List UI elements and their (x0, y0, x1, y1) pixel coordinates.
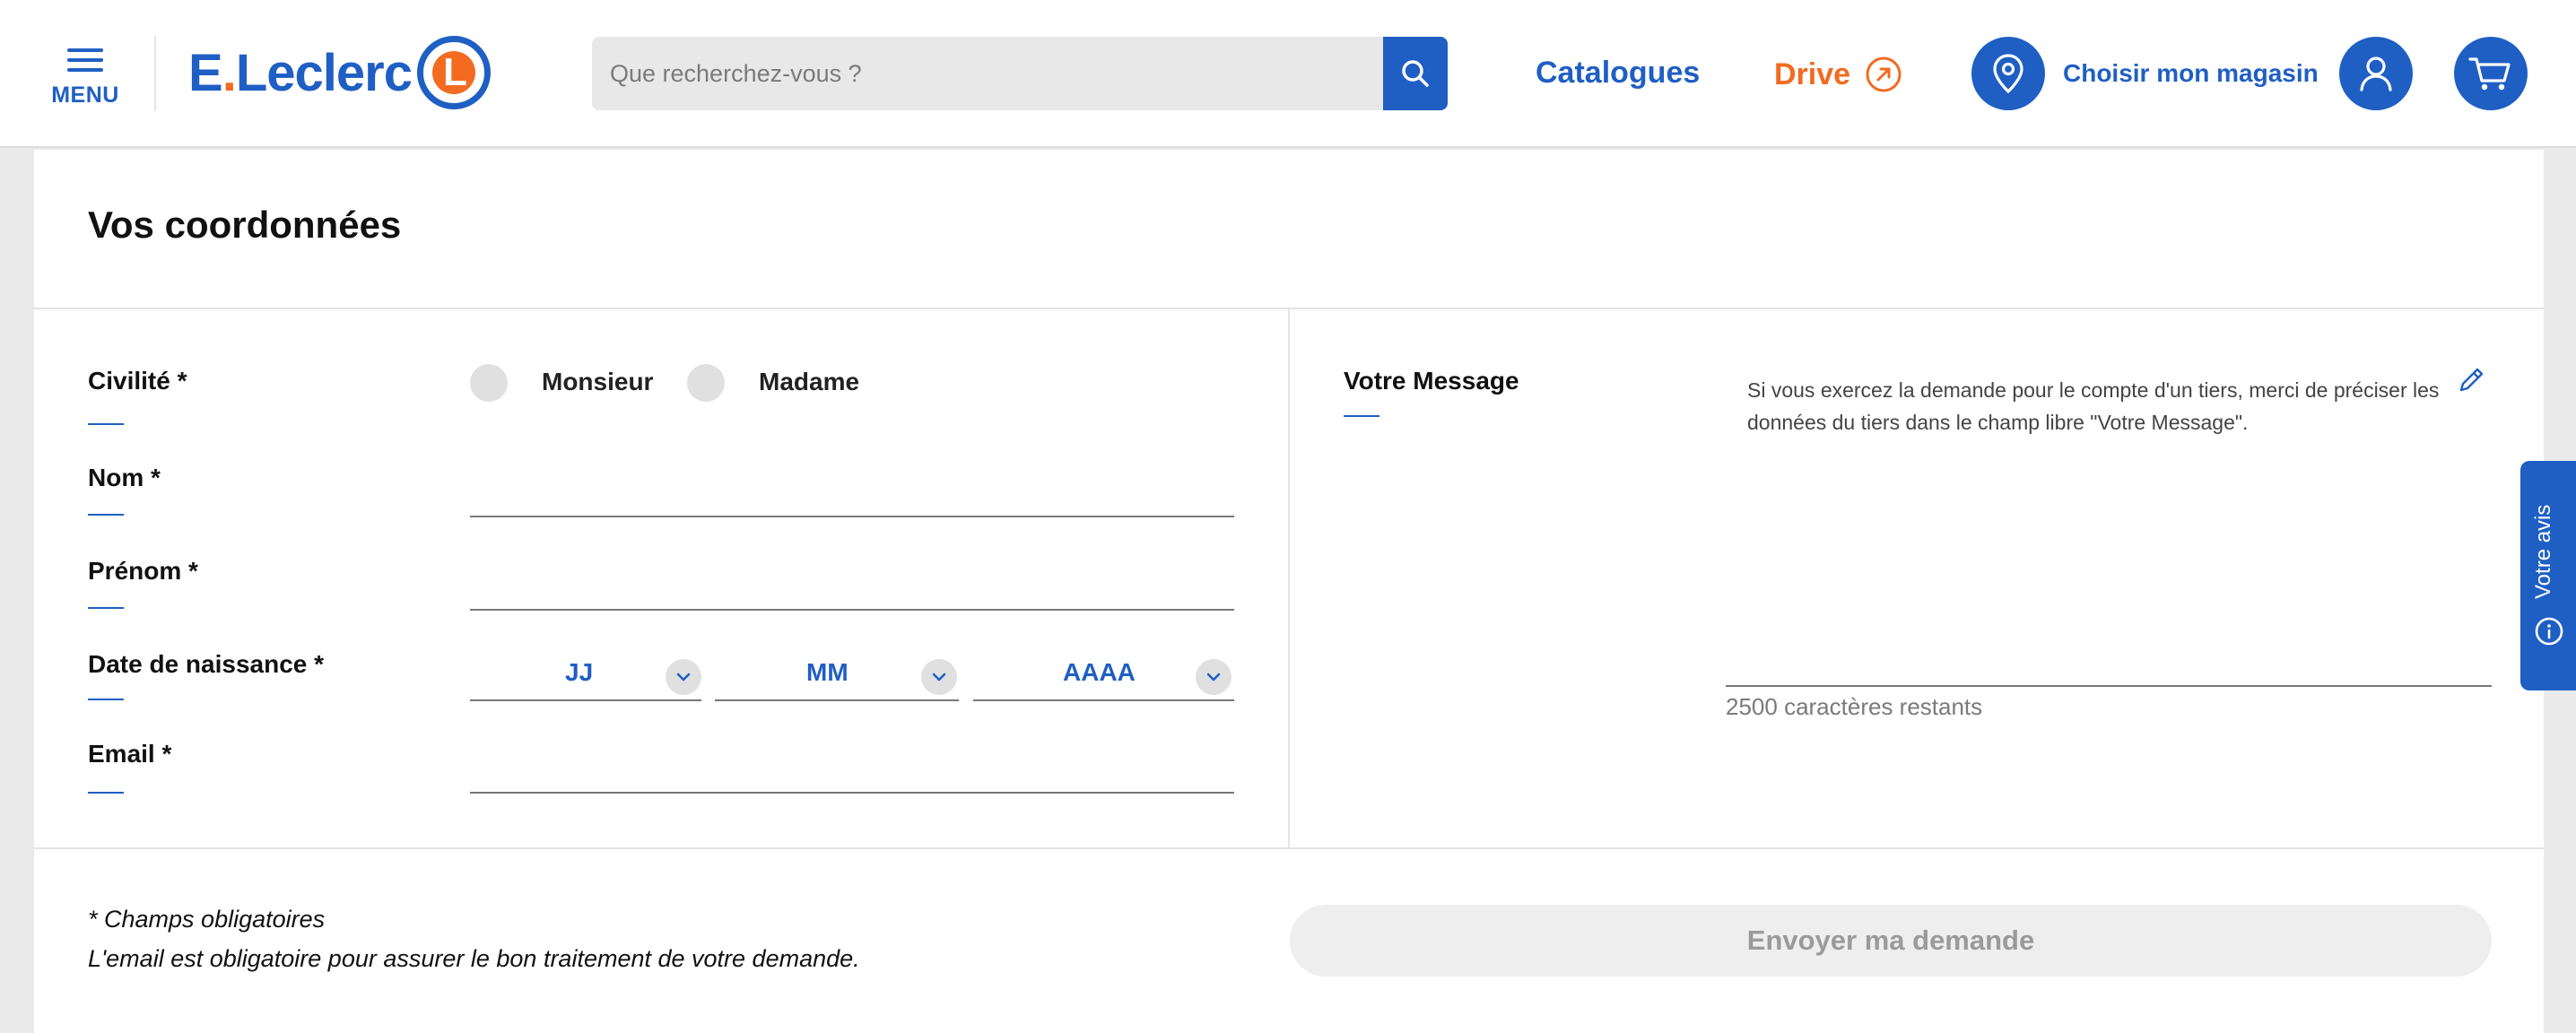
required-fields-note: * Champs obligatoires (88, 906, 326, 933)
email-required-note: L'email est obligatoire pour assurer le … (88, 945, 860, 972)
label-underline (88, 423, 124, 425)
logo-wordmark: E.Leclerc (188, 43, 413, 102)
nom-input[interactable] (470, 516, 1234, 517)
choose-store-label: Choisir mon magasin (2063, 59, 2319, 87)
logo-emblem-icon: L (416, 36, 491, 109)
message-underline (1726, 685, 2492, 687)
birthdate-day-select[interactable]: JJ (470, 647, 701, 701)
birthdate-label: Date de naissance * (88, 650, 325, 678)
radio-madame-label[interactable]: Madame (759, 368, 859, 396)
search-bar (592, 37, 1448, 110)
hamburger-icon (67, 48, 103, 72)
prenom-label: Prénom * (88, 557, 198, 585)
chevron-down-icon (666, 659, 701, 695)
birthdate-day-value: JJ (565, 658, 594, 686)
site-header: MENU E.Leclerc L Catalogues Drive Choisi… (0, 0, 2576, 148)
label-underline (88, 607, 124, 609)
cart-icon (2468, 57, 2511, 91)
civilite-label: Civilité * (88, 367, 187, 395)
birthdate-year-value: AAAA (1063, 658, 1136, 686)
message-textarea[interactable] (1726, 356, 2492, 686)
cart-button[interactable] (2454, 37, 2528, 110)
chevron-down-icon (921, 659, 957, 695)
choose-store-button[interactable]: Choisir mon magasin (1971, 37, 2319, 110)
radio-monsieur[interactable] (470, 364, 508, 402)
page-title: Vos coordonnées (88, 204, 402, 246)
radio-monsieur-label[interactable]: Monsieur (542, 368, 653, 396)
contact-form-card: Vos coordonnées Civilité * Monsieur Mada… (34, 150, 2544, 1033)
location-pin-icon (1971, 37, 2045, 110)
menu-label: MENU (51, 82, 119, 108)
birthdate-month-value: MM (806, 658, 849, 686)
chat-bubble-icon (2535, 617, 2563, 646)
radio-madame[interactable] (687, 364, 725, 402)
prenom-input[interactable] (470, 609, 1234, 611)
column-divider (1288, 309, 1290, 847)
email-label: Email * (88, 740, 172, 768)
account-button[interactable] (2339, 37, 2413, 110)
birthdate-month-select[interactable]: MM (715, 647, 959, 701)
label-underline (1344, 415, 1379, 417)
nav-drive-link[interactable]: Drive (1774, 56, 1902, 93)
message-label: Votre Message (1344, 367, 1519, 395)
nav-drive-label: Drive (1774, 56, 1851, 91)
feedback-tab[interactable]: Votre avis (2520, 461, 2576, 690)
email-input[interactable] (470, 792, 1234, 794)
birthdate-year-select[interactable]: AAAA (973, 647, 1234, 701)
label-underline (88, 699, 124, 700)
label-underline (88, 514, 124, 516)
nav-catalogues-link[interactable]: Catalogues (1536, 56, 1700, 91)
chevron-down-icon (1196, 659, 1231, 695)
label-underline (88, 792, 124, 794)
pencil-icon (2459, 368, 2484, 392)
divider (34, 847, 2544, 849)
character-counter: 2500 caractères restants (1726, 693, 1983, 720)
feedback-label: Votre avis (2531, 504, 2555, 599)
leclerc-logo[interactable]: E.Leclerc L (188, 34, 491, 111)
nom-label: Nom * (88, 464, 161, 491)
menu-button[interactable]: MENU (47, 48, 124, 111)
search-button[interactable] (1383, 37, 1448, 110)
header-divider (154, 36, 156, 111)
search-icon (1402, 60, 1429, 87)
submit-button[interactable]: Envoyer ma demande (1290, 905, 2492, 977)
external-arrow-icon (1866, 56, 1902, 92)
user-icon (2360, 56, 2392, 91)
search-input[interactable] (592, 37, 1381, 110)
